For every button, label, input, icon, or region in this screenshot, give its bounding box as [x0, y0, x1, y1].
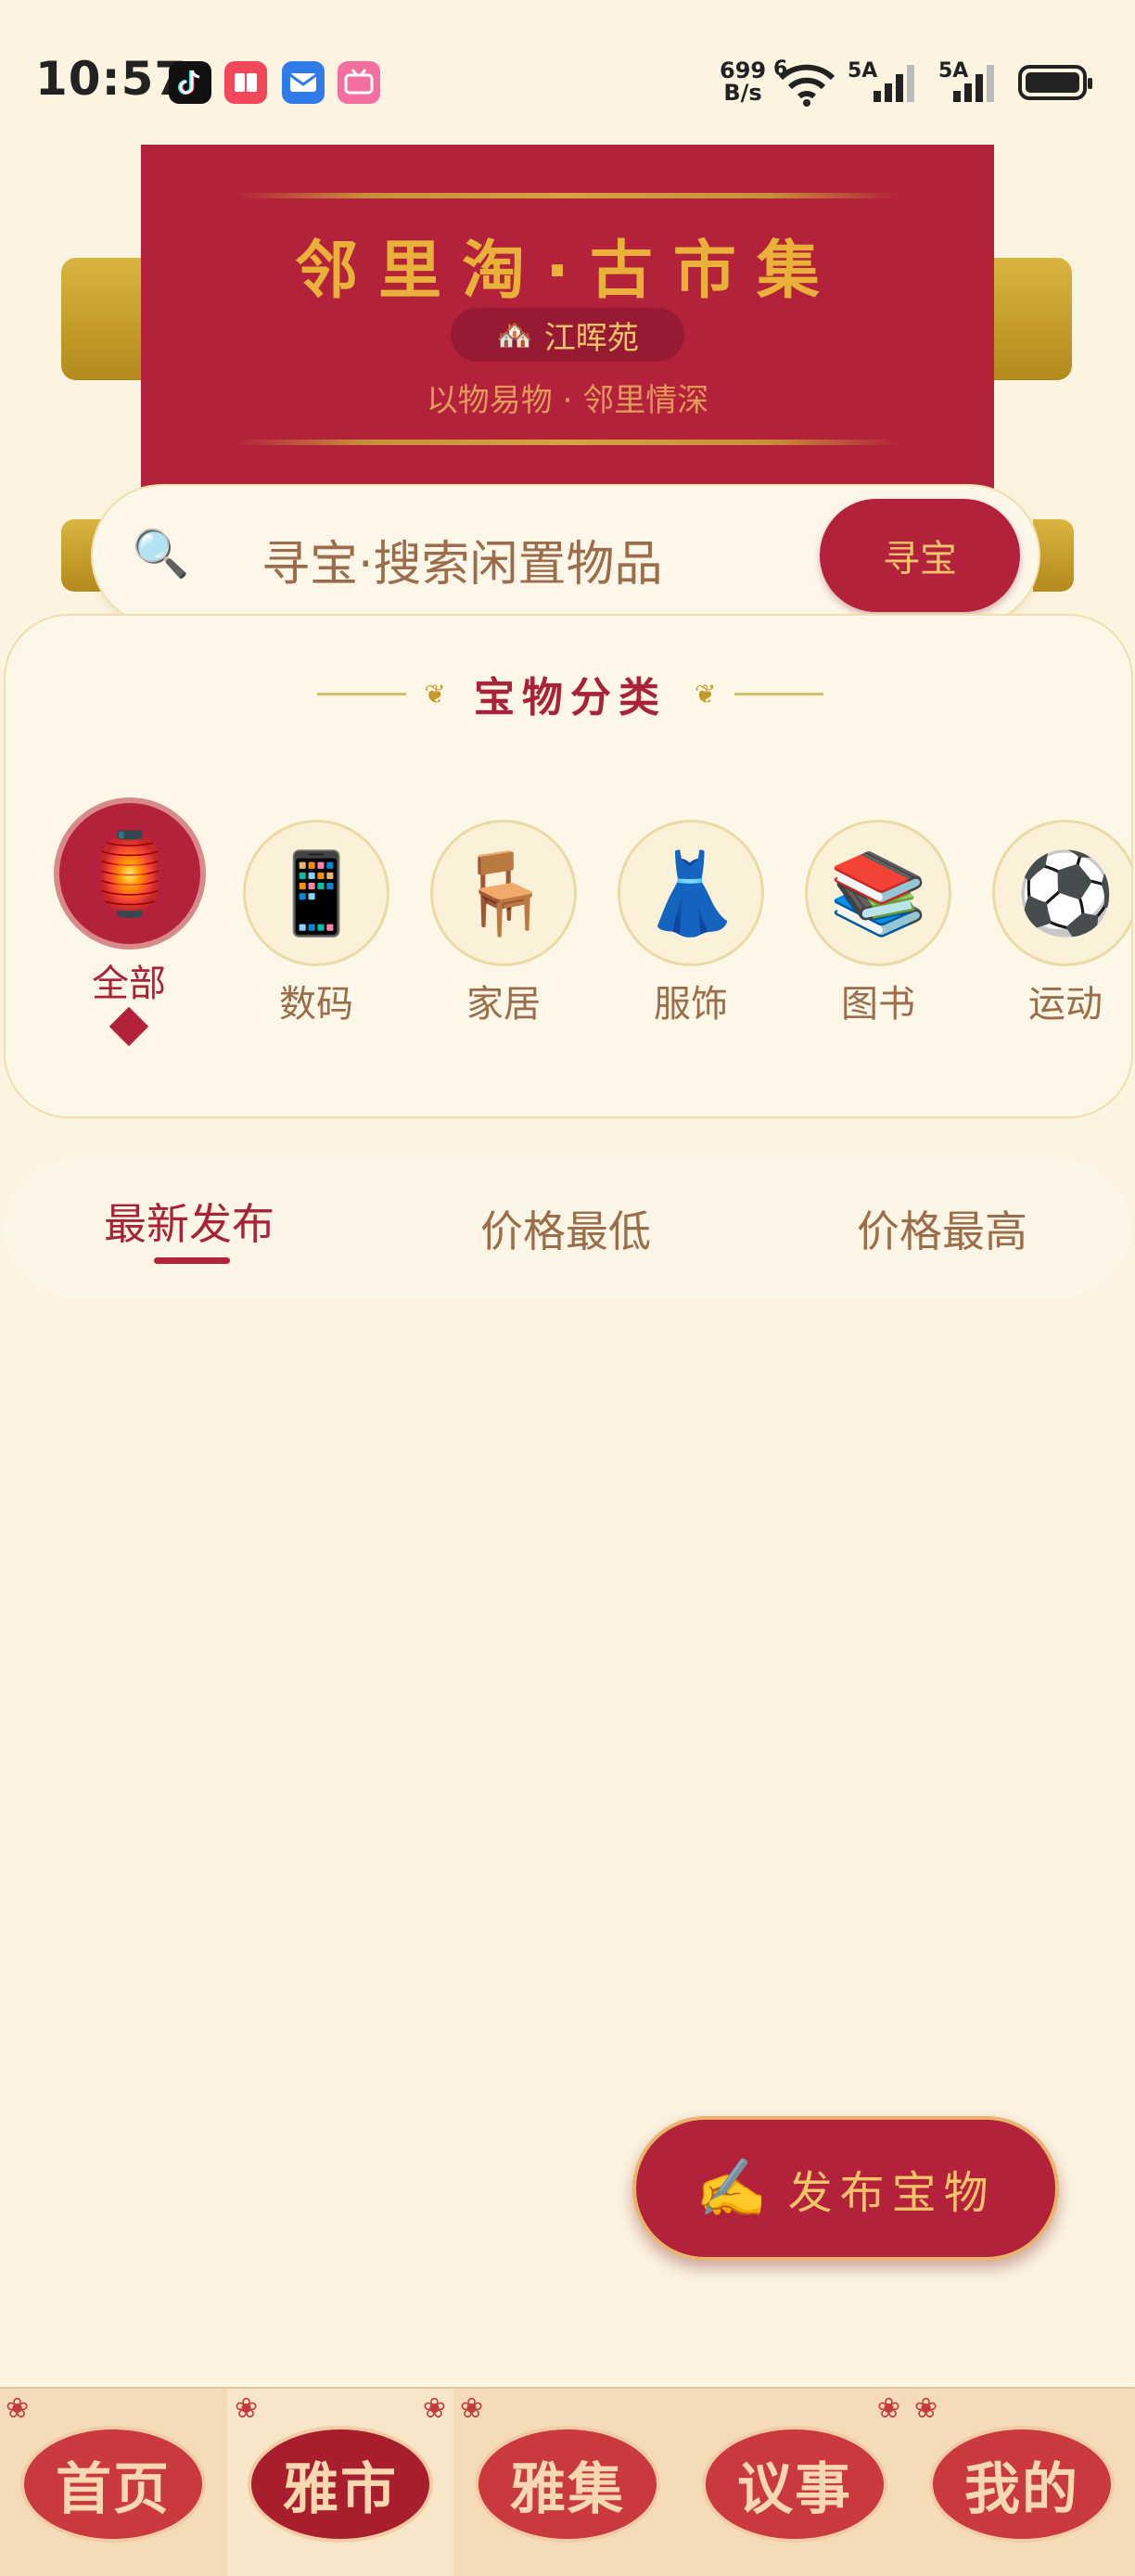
header-line-right: [734, 692, 824, 695]
tiktok-icon: [169, 61, 211, 104]
community-name: 江晖苑: [543, 319, 639, 357]
publish-label: 发布宝物: [787, 2167, 996, 2219]
bottom-nav: ❀ 首页 ❀ ❀ 雅市 ❀ 雅集 ❀ 议事 ❀ 我的: [0, 2387, 1135, 2576]
wifi-label: 6: [773, 57, 788, 81]
network-speed: 699 B/s: [720, 59, 766, 104]
category-label: 数码: [279, 983, 353, 1026]
publish-button[interactable]: ✍️ 发布宝物: [632, 2116, 1059, 2261]
nav-label: 雅市: [283, 2456, 398, 2522]
book-app-icon: [224, 61, 267, 104]
nav-item-discussion[interactable]: ❀ 议事: [682, 2389, 908, 2576]
status-bar: 10:57 699 B/s 6 5A 5A: [0, 0, 1135, 139]
category-header: ❦ 宝物分类 ❦: [6, 664, 1131, 723]
nav-item-market[interactable]: ❀ ❀ 雅市: [227, 2389, 453, 2576]
ornament-icon: ❦: [424, 678, 446, 709]
banner-title: 邻里淘·古市集: [295, 235, 840, 308]
nav-label: 雅集: [510, 2456, 625, 2522]
community-badge[interactable]: 🏘️ 江晖苑: [451, 308, 684, 362]
tab-latest[interactable]: 最新发布: [104, 1191, 274, 1252]
search-icon: 🔍: [132, 527, 190, 580]
nav-item-mine[interactable]: ❀ 我的: [909, 2389, 1135, 2576]
bilibili-icon: [338, 61, 380, 104]
cloud-ornament-icon: ❀: [235, 2392, 259, 2425]
cloud-ornament-icon: ❀: [422, 2392, 446, 2425]
cloud-ornament-icon: ❀: [460, 2392, 484, 2425]
nav-item-home[interactable]: ❀ 首页: [0, 2389, 226, 2576]
header-line-left: [316, 692, 406, 695]
category-title: 宝物分类: [474, 674, 667, 721]
category-label: 服饰: [654, 983, 728, 1026]
sort-tabs: 最新发布 价格最低 价格最高: [4, 1159, 1131, 1298]
category-label: 图书: [841, 983, 915, 1026]
writing-hand-icon: ✍️: [695, 2154, 768, 2222]
nav-seal: 雅市: [248, 2426, 433, 2543]
nav-seal: 雅集: [475, 2426, 660, 2543]
selected-indicator: [108, 1006, 149, 1047]
network-speed-value: 699: [720, 57, 767, 83]
phone-icon: 📱: [243, 820, 389, 966]
books-icon: 📚: [805, 820, 951, 966]
cloud-ornament-icon: ❀: [914, 2392, 938, 2425]
nav-label: 首页: [56, 2456, 171, 2522]
cloud-ornament-icon: ❀: [876, 2392, 900, 2425]
banner-rule-top: [234, 193, 901, 198]
battery-icon: [1018, 65, 1092, 100]
chair-icon: 🪑: [430, 820, 577, 966]
tab-price-low[interactable]: 价格最低: [480, 1198, 651, 1259]
scroll-handle-left: [61, 258, 147, 380]
search-button[interactable]: 寻宝: [820, 499, 1020, 612]
wifi-icon: 6: [773, 57, 836, 111]
category-panel: ❦ 宝物分类 ❦ 🏮 全部 📱 数码 🪑 家居 👗 服饰 📚 图书 ⚽ 运动: [4, 614, 1133, 1118]
dress-icon: 👗: [618, 820, 764, 966]
tab-price-high[interactable]: 价格最高: [857, 1198, 1027, 1259]
battery-fill: [1026, 72, 1079, 93]
nav-label: 议事: [737, 2456, 852, 2522]
category-label: 家居: [466, 983, 541, 1026]
active-tab-underline: [154, 1257, 230, 1264]
nav-seal: 我的: [929, 2426, 1115, 2543]
lantern-icon: 🏮: [54, 797, 206, 950]
ornament-icon: ❦: [695, 678, 717, 709]
house-icon: 🏘️: [496, 317, 533, 352]
soccer-ball-icon: ⚽: [992, 820, 1131, 966]
category-label: 全部: [92, 963, 166, 1005]
nav-item-gathering[interactable]: ❀ 雅集: [454, 2389, 681, 2576]
banner-subtitle: 以物易物 · 邻里情深: [426, 382, 709, 419]
network-speed-unit: B/s: [723, 80, 762, 106]
nav-seal: 议事: [702, 2426, 887, 2543]
nav-seal: 首页: [20, 2426, 206, 2543]
search-bar[interactable]: 🔍 寻宝·搜索闲置物品 寻宝: [91, 484, 1040, 627]
scroll-handle-right: [987, 258, 1072, 380]
nav-label: 我的: [964, 2456, 1079, 2522]
status-time: 10:57: [35, 52, 188, 106]
category-label: 运动: [1028, 983, 1103, 1026]
banner-rule-bottom: [234, 440, 901, 445]
mail-icon: [282, 61, 325, 104]
cloud-ornament-icon: ❀: [6, 2392, 30, 2425]
market-banner: 邻里淘·古市集 🏘️ 江晖苑 以物易物 · 邻里情深: [141, 145, 994, 497]
search-input[interactable]: 寻宝·搜索闲置物品: [261, 525, 663, 594]
